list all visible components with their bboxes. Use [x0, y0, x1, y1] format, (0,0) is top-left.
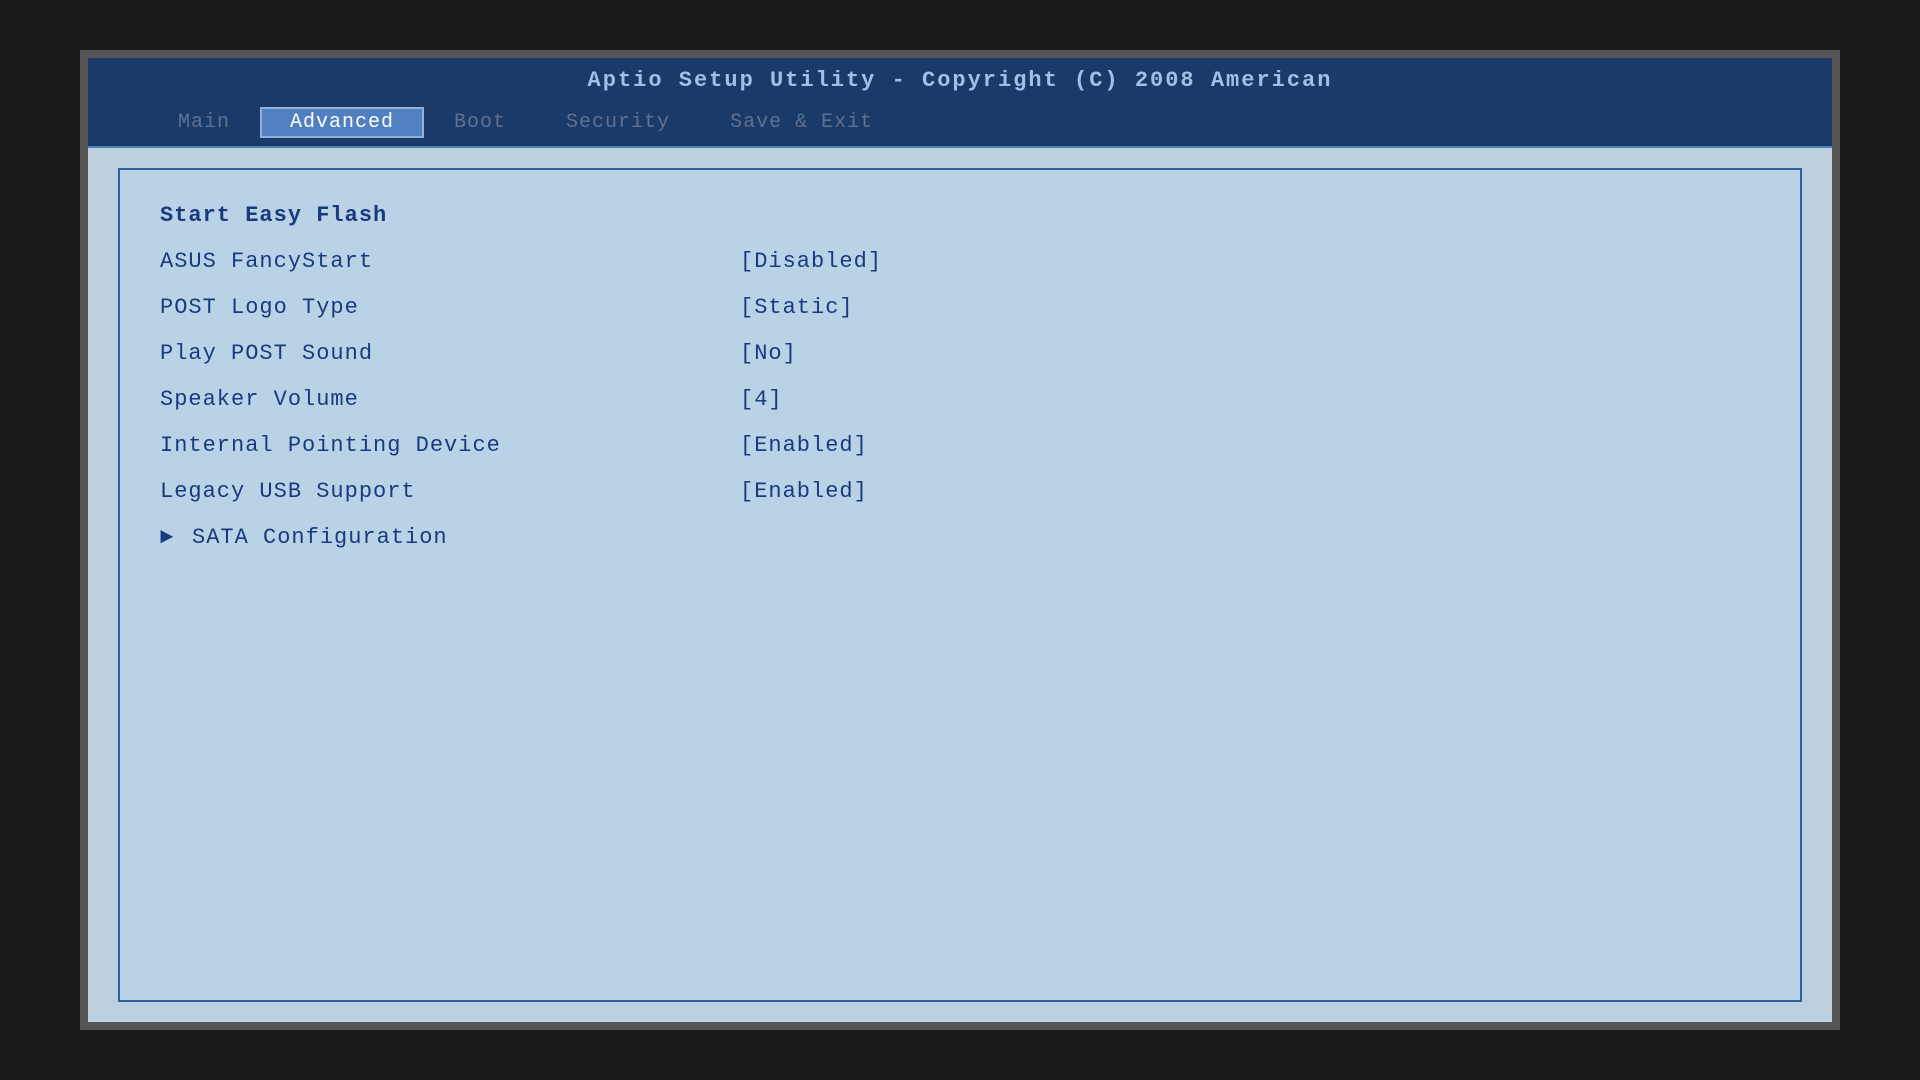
- bios-screen: Aptio Setup Utility - Copyright (C) 2008…: [80, 50, 1840, 1030]
- list-item[interactable]: ASUS FancyStart [Disabled]: [160, 240, 1760, 282]
- item-label-sata-configuration: SATA Configuration: [192, 525, 772, 550]
- menu-item-boot[interactable]: Boot: [424, 107, 536, 138]
- item-label-asus-fancystart: ASUS FancyStart: [160, 249, 740, 274]
- list-item[interactable]: Speaker Volume [4]: [160, 378, 1760, 420]
- options-panel: Start Easy Flash ASUS FancyStart [Disabl…: [118, 168, 1802, 1002]
- menu-item-save-exit[interactable]: Save & Exit: [700, 107, 903, 138]
- menu-item-security[interactable]: Security: [536, 107, 700, 138]
- item-value-asus-fancystart: [Disabled]: [740, 249, 882, 274]
- item-label-start-easy-flash: Start Easy Flash: [160, 203, 740, 228]
- item-label-internal-pointing-device: Internal Pointing Device: [160, 433, 740, 458]
- list-item[interactable]: Internal Pointing Device [Enabled]: [160, 424, 1760, 466]
- item-label-legacy-usb-support: Legacy USB Support: [160, 479, 740, 504]
- list-item[interactable]: POST Logo Type [Static]: [160, 286, 1760, 328]
- list-item[interactable]: Play POST Sound [No]: [160, 332, 1760, 374]
- title-bar: Aptio Setup Utility - Copyright (C) 2008…: [88, 58, 1832, 101]
- item-label-post-logo-type: POST Logo Type: [160, 295, 740, 320]
- menu-item-advanced[interactable]: Advanced: [260, 107, 424, 138]
- list-item[interactable]: ► SATA Configuration: [160, 516, 1760, 558]
- menu-item-main[interactable]: Main: [148, 107, 260, 138]
- menu-bar: Main Advanced Boot Security Save & Exit: [88, 101, 1832, 148]
- title-text: Aptio Setup Utility - Copyright (C) 2008…: [588, 68, 1333, 93]
- item-value-internal-pointing-device: [Enabled]: [740, 433, 868, 458]
- bios-content: Aptio Setup Utility - Copyright (C) 2008…: [88, 58, 1832, 1022]
- item-value-legacy-usb-support: [Enabled]: [740, 479, 868, 504]
- list-item[interactable]: Start Easy Flash: [160, 194, 1760, 236]
- item-value-play-post-sound: [No]: [740, 341, 797, 366]
- sata-row: ► SATA Configuration: [160, 525, 772, 550]
- item-label-speaker-volume: Speaker Volume: [160, 387, 740, 412]
- item-label-play-post-sound: Play POST Sound: [160, 341, 740, 366]
- item-value-speaker-volume: [4]: [740, 387, 783, 412]
- submenu-arrow-icon: ►: [160, 525, 180, 550]
- list-item[interactable]: Legacy USB Support [Enabled]: [160, 470, 1760, 512]
- main-content-area: Start Easy Flash ASUS FancyStart [Disabl…: [88, 148, 1832, 1022]
- item-value-post-logo-type: [Static]: [740, 295, 854, 320]
- panel-inner: Start Easy Flash ASUS FancyStart [Disabl…: [120, 170, 1800, 586]
